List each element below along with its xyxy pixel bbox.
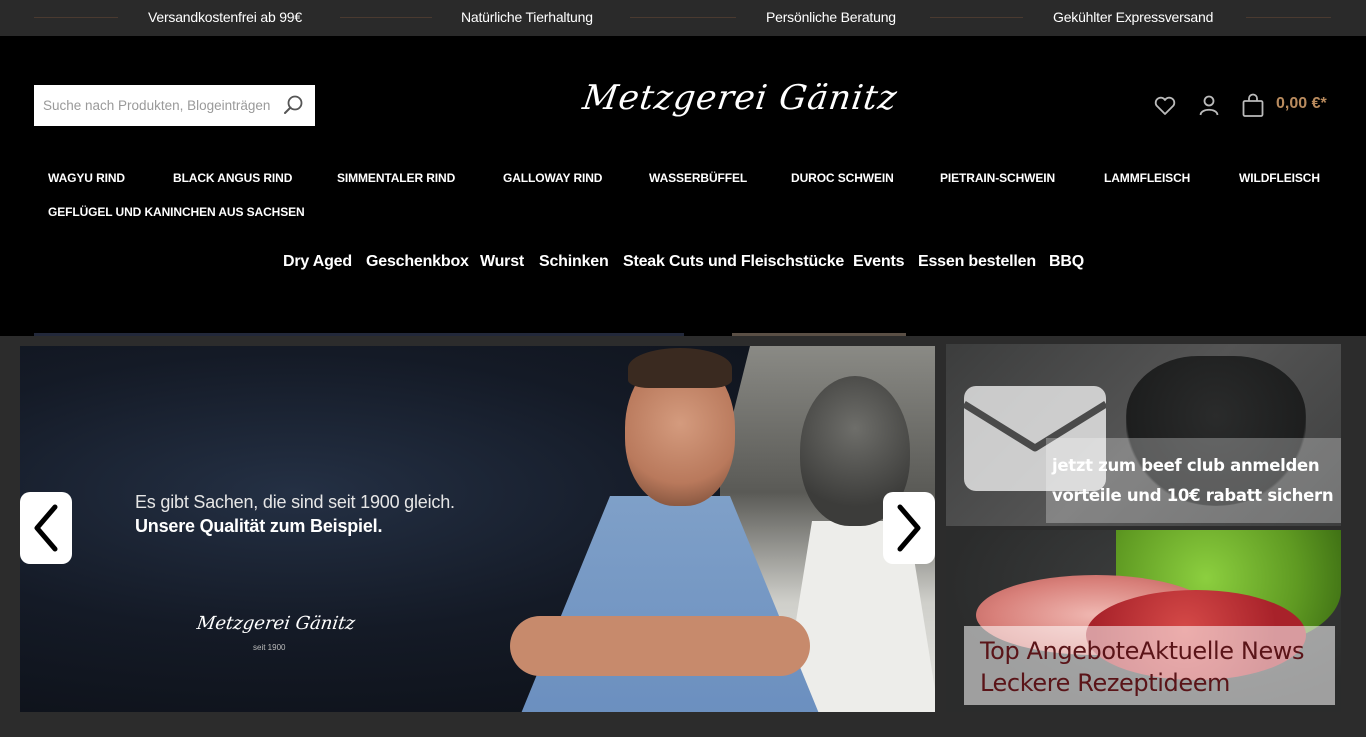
chevron-right-icon xyxy=(897,504,921,552)
shopping-bag-icon[interactable] xyxy=(1240,93,1266,119)
usp-item-shipping: Versandkostenfrei ab 99€ xyxy=(148,9,302,25)
search-icon[interactable] xyxy=(283,94,305,116)
background-peek xyxy=(34,333,684,336)
slider-next-button[interactable] xyxy=(883,492,935,564)
slider-prev-button[interactable] xyxy=(20,492,72,564)
subnav-essen-bestellen[interactable]: Essen bestellen xyxy=(918,253,1036,271)
usp-divider xyxy=(34,17,118,18)
slide-subheadline: Unsere Qualität zum Beispiel. xyxy=(135,516,383,536)
subnav-steak-cuts[interactable]: Steak Cuts und Fleischstücke xyxy=(623,253,844,271)
cart-total[interactable]: 0,00 €* xyxy=(1276,95,1327,113)
subnav-bbq[interactable]: BBQ xyxy=(1049,253,1084,271)
slide-headline: Es gibt Sachen, die sind seit 1900 gleic… xyxy=(135,492,455,512)
user-icon[interactable] xyxy=(1196,93,1222,119)
search-bar xyxy=(34,85,315,126)
nav-category-lamm[interactable]: Lammfleisch xyxy=(1104,171,1190,185)
background-peek xyxy=(732,333,906,336)
offers-line2: Leckere Rezeptideem xyxy=(980,669,1231,697)
usp-divider xyxy=(340,17,432,18)
nav-category-galloway[interactable]: Galloway Rind xyxy=(503,171,602,185)
beef-club-textbox: jetzt zum beef club anmelden vorteile un… xyxy=(1046,438,1341,523)
nav-category-gefluegel[interactable]: Geflügel und Kaninchen aus Sachsen xyxy=(48,205,305,219)
nav-category-duroc[interactable]: Duroc Schwein xyxy=(791,171,894,185)
usp-item-express: Gekühlter Expressversand xyxy=(1053,9,1214,25)
subnav-geschenkbox[interactable]: Geschenkbox xyxy=(366,253,469,271)
usp-divider xyxy=(630,17,736,18)
hero-slider: Es gibt Sachen, die sind seit 1900 gleic… xyxy=(20,346,935,712)
slide-logo: Metzgerei Gänitz xyxy=(195,613,357,634)
nav-category-simmentaler[interactable]: Simmentaler Rind xyxy=(337,171,455,185)
nav-category-black-angus[interactable]: Black Angus Rind xyxy=(173,171,292,185)
usp-bar: Versandkostenfrei ab 99€ Natürliche Tier… xyxy=(0,0,1366,36)
subnav-events[interactable]: Events xyxy=(853,253,904,271)
subnav-schinken[interactable]: Schinken xyxy=(539,253,609,271)
heart-icon[interactable] xyxy=(1152,93,1178,119)
usp-divider xyxy=(1246,17,1331,18)
beef-club-line1: jetzt zum beef club anmelden xyxy=(1052,456,1320,475)
site-header: Metzgerei Gänitz 0,00 €* Wagyu Rind Blac… xyxy=(0,36,1366,336)
slide-est-label: seit 1900 xyxy=(253,643,286,652)
offers-teaser[interactable]: Top AngeboteAktuelle News Leckere Rezept… xyxy=(946,530,1341,712)
logo-text: Metzgerei Gänitz xyxy=(580,78,901,118)
butcher-arms xyxy=(510,616,810,676)
site-logo[interactable]: Metzgerei Gänitz xyxy=(580,78,900,138)
usp-divider xyxy=(930,17,1023,18)
offers-textbox: Top AngeboteAktuelle News Leckere Rezept… xyxy=(964,626,1335,705)
nav-category-pietrain[interactable]: Pietrain-Schwein xyxy=(940,171,1055,185)
nav-category-wild[interactable]: Wildfleisch xyxy=(1239,171,1320,185)
beef-club-line2: vorteile und 10€ rabatt sichern ! xyxy=(1052,486,1341,505)
nav-category-wagyu[interactable]: Wagyu Rind xyxy=(48,171,125,185)
usp-item-consulting: Persönliche Beratung xyxy=(766,9,896,25)
search-input[interactable] xyxy=(34,85,272,126)
butcher-hair xyxy=(628,348,732,388)
usp-item-husbandry: Natürliche Tierhaltung xyxy=(461,9,593,25)
subnav-dry-aged[interactable]: Dry Aged xyxy=(283,253,352,271)
offers-line1: Top AngeboteAktuelle News xyxy=(980,637,1305,665)
beef-club-teaser[interactable]: jetzt zum beef club anmelden vorteile un… xyxy=(946,344,1341,526)
chevron-left-icon xyxy=(34,504,58,552)
subnav-wurst[interactable]: Wurst xyxy=(480,253,524,271)
nav-category-wasserbueffel[interactable]: Wasserbüffel xyxy=(649,171,747,185)
